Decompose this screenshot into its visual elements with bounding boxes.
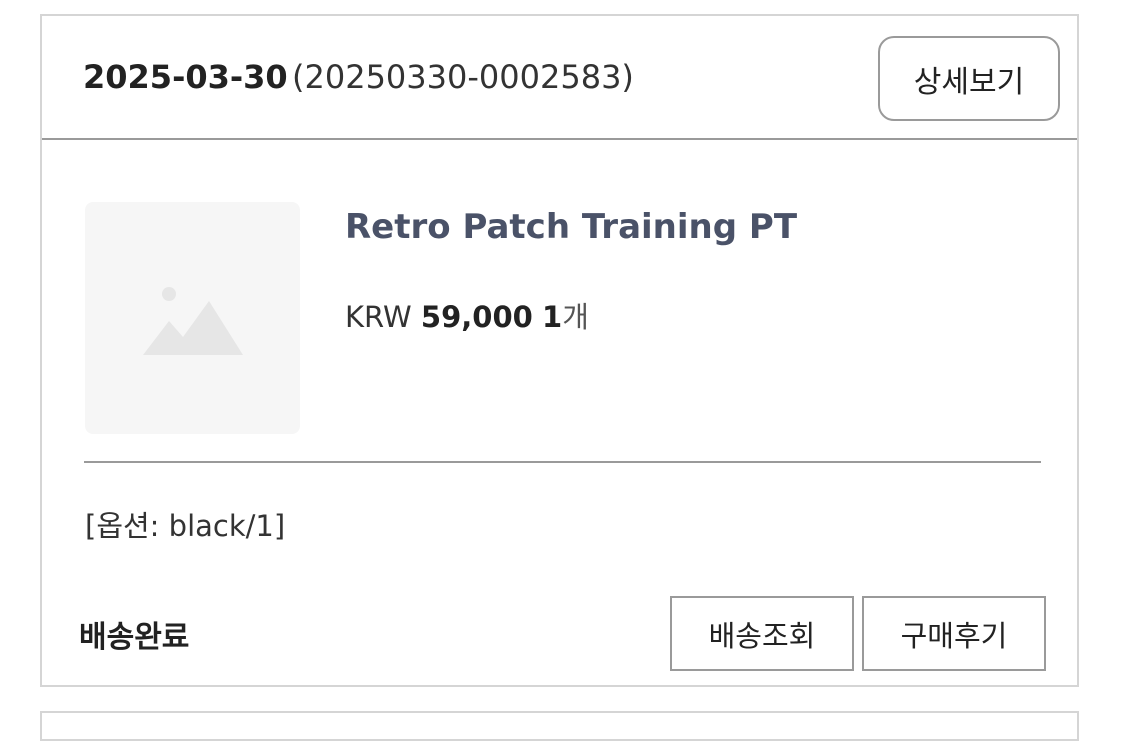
quantity-unit: 개 <box>562 300 589 334</box>
image-placeholder-icon <box>143 287 243 355</box>
write-review-button[interactable]: 구매후기 <box>862 596 1046 671</box>
order-detail-button[interactable]: 상세보기 <box>878 36 1060 121</box>
product-thumbnail[interactable] <box>85 202 300 434</box>
quantity-number: 1 <box>542 300 563 334</box>
next-order-card <box>40 711 1079 741</box>
product-option: [옵션: black/1] <box>85 509 286 543</box>
order-date: 2025-03-30 <box>83 58 288 96</box>
price-amount: 59,000 <box>420 300 533 334</box>
currency-label: KRW <box>345 300 412 334</box>
track-delivery-button[interactable]: 배송조회 <box>670 596 854 671</box>
order-header: 2025-03-30 (20250330-0002583) 상세보기 <box>42 16 1077 140</box>
order-number: (20250330-0002583) <box>292 58 634 96</box>
order-card: 2025-03-30 (20250330-0002583) 상세보기 Retro… <box>40 14 1079 687</box>
price-line: KRW 59,000 1개 <box>345 294 589 336</box>
divider <box>84 461 1041 463</box>
delivery-status: 배송완료 <box>79 620 190 655</box>
product-name[interactable]: Retro Patch Training PT <box>345 207 797 247</box>
